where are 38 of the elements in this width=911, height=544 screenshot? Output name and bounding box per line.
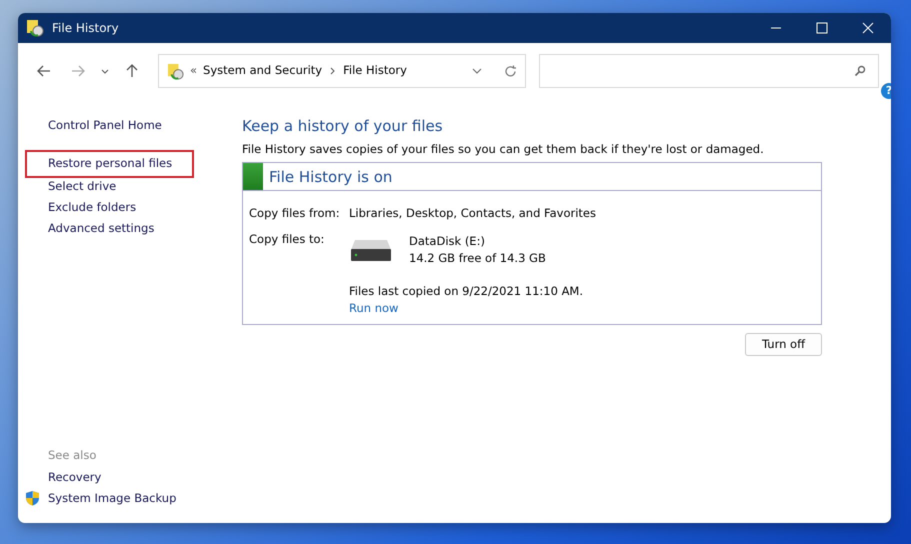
see-also-heading: See also: [48, 447, 98, 464]
file-history-icon: [167, 62, 184, 80]
sidebar-link[interactable]: Advanced settings: [48, 218, 154, 240]
run-now-link[interactable]: Run now: [349, 300, 398, 318]
search-icon: [854, 65, 866, 77]
chevron-down-icon: [101, 68, 109, 74]
search-field[interactable]: [539, 54, 879, 88]
arrow-left-icon: [37, 65, 51, 77]
sidebar-link[interactable]: Select drive: [48, 176, 116, 197]
description-text: File History saves copies of your files so you can get them back if they're lost or damaged.: [242, 141, 765, 158]
overflow-chevron[interactable]: «: [190, 62, 198, 80]
sidebar-link[interactable]: Restore personal files: [27, 152, 192, 176]
arrow-up-icon: [126, 64, 138, 78]
close-icon: [862, 22, 874, 34]
drive-space: 14.2 GB free of 14.3 GB: [409, 250, 546, 267]
refresh-icon[interactable]: [504, 64, 517, 78]
sidebar-link[interactable]: Exclude folders: [48, 196, 136, 218]
copy-from-value: Libraries, Desktop, Contacts, and Favorites: [349, 205, 596, 222]
status-title: File History is on: [268, 166, 392, 188]
see-also-link[interactable]: Recovery: [48, 466, 102, 488]
breadcrumb[interactable]: System and Security: [203, 62, 322, 80]
window-title: File History: [52, 20, 119, 37]
chevron-down-icon[interactable]: [472, 68, 482, 74]
maximize-icon: [816, 22, 828, 34]
arrow-right-icon: [71, 65, 85, 77]
turn-off-button[interactable]: Turn off: [745, 332, 822, 356]
page-heading: Keep a history of your files: [242, 117, 444, 135]
drive-icon: [349, 238, 393, 262]
last-copied-text: Files last copied on 9/22/2021 11:10 AM.: [349, 283, 584, 300]
drive-name: DataDisk (E:): [409, 232, 486, 250]
address-bar[interactable]: « System and Security File History: [158, 54, 526, 88]
see-also-link[interactable]: System Image Backup: [48, 488, 176, 509]
breadcrumb[interactable]: File History: [343, 62, 407, 80]
copy-from-label: Copy files from:: [249, 205, 341, 222]
sidebar-link[interactable]: Control Panel Home: [48, 115, 162, 136]
copy-to-label: Copy files to:: [249, 230, 326, 248]
chevron-right-icon: [330, 67, 336, 75]
file-history-icon: [26, 19, 44, 37]
